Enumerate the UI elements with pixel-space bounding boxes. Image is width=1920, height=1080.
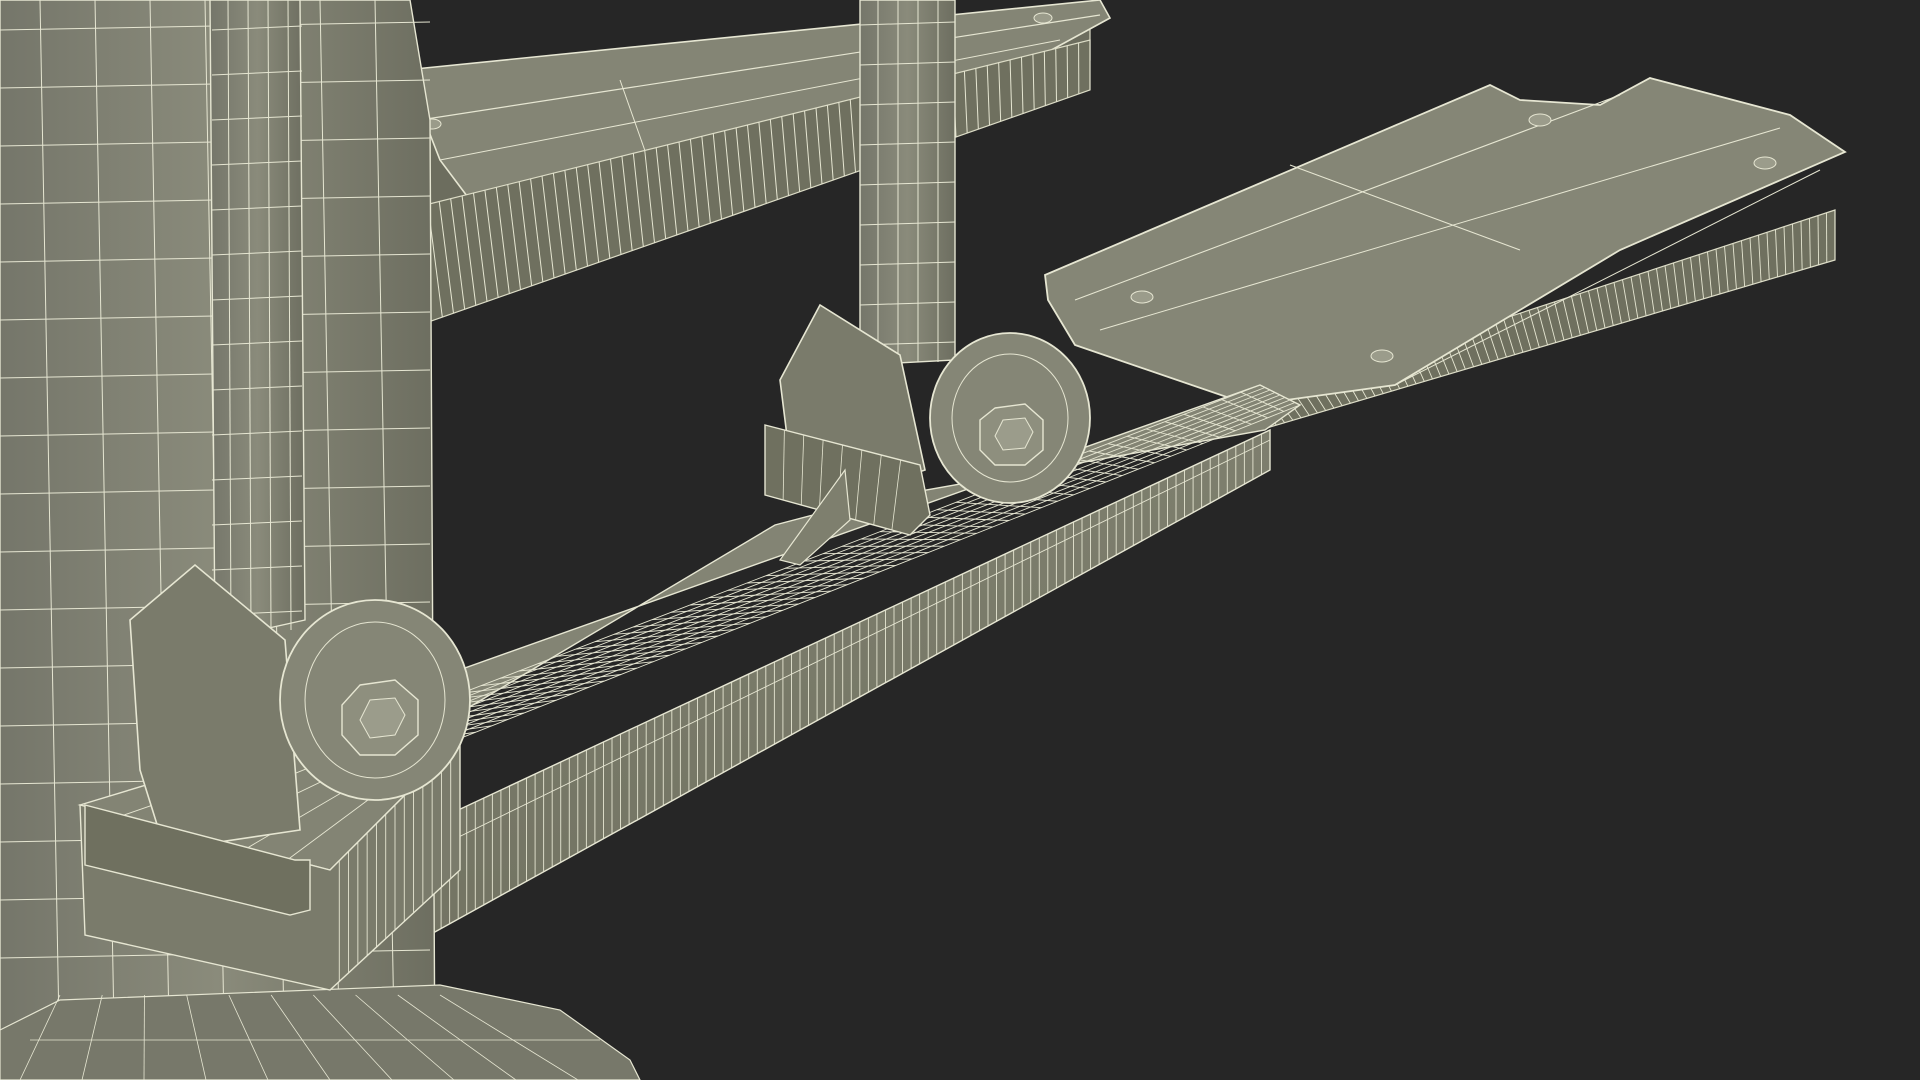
wire-edge [1817,215,1820,265]
wire-edge [632,616,767,628]
wire-edge [613,622,751,635]
render-viewport [0,0,1920,1080]
wire-edge [746,577,864,584]
wire-edge [879,531,977,534]
wireframe-render [0,0,1847,1080]
wire-edge [860,538,961,541]
wire-edge [727,584,848,591]
wire-edge [708,590,832,599]
wire-edge [594,629,735,643]
wire-edge [1066,45,1069,98]
wire-edge [936,509,1026,515]
right-platform [1044,77,1847,431]
wire-edge [917,516,1010,521]
